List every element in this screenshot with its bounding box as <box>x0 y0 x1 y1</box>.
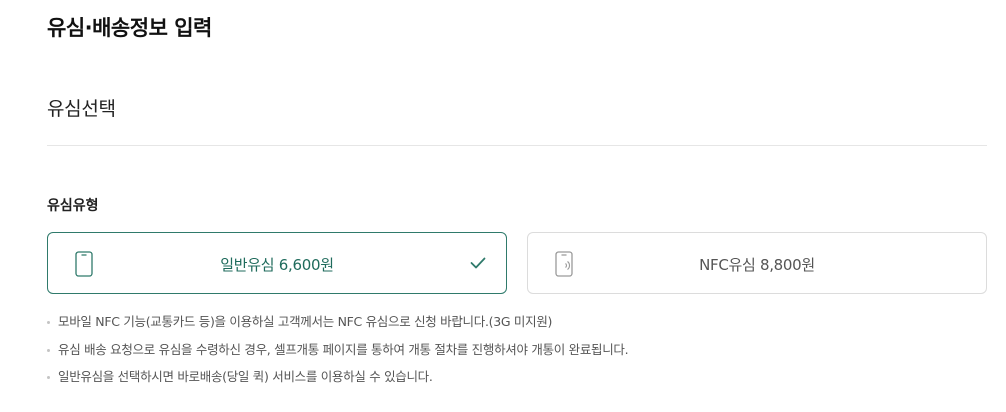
section-divider <box>47 145 987 146</box>
note-text: 모바일 NFC 기능(교통카드 등)을 이용하실 고객께서는 NFC 유심으로 … <box>58 314 553 329</box>
list-item: 모바일 NFC 기능(교통카드 등)을 이용하실 고객께서는 NFC 유심으로 … <box>47 311 628 339</box>
bullet-icon <box>47 376 50 379</box>
section-title-usim-select: 유심선택 <box>47 98 116 120</box>
usim-option-general-label: 일반유심 6,600원 <box>220 256 334 274</box>
usim-type-label: 유심유형 <box>47 198 99 214</box>
bullet-icon <box>47 321 50 324</box>
list-item: 유심 배송 요청으로 유심을 수령하신 경우, 셀프개통 페이지를 통하여 개통… <box>47 339 629 367</box>
note-text: 유심 배송 요청으로 유심을 수령하신 경우, 셀프개통 페이지를 통하여 개통… <box>58 341 629 357</box>
usim-option-general[interactable]: 일반유심 6,600원 <box>47 232 507 294</box>
usim-option-nfc[interactable]: NFC유심 8,800원 <box>527 232 987 294</box>
note-text: 일반유심을 선택하시면 바로배송(당일 퀵) 서비스를 이용하실 수 있습니다. <box>58 369 433 384</box>
check-icon <box>470 255 486 269</box>
bullet-icon <box>47 348 50 352</box>
page-title: 유심·배송정보 입력 <box>47 16 212 40</box>
usim-option-nfc-label: NFC유심 8,800원 <box>699 256 815 274</box>
list-item: 일반유심을 선택하시면 바로배송(당일 퀵) 서비스를 이용하실 수 있습니다. <box>47 366 628 394</box>
usim-notes-list: 모바일 NFC 기능(교통카드 등)을 이용하실 고객께서는 NFC 유심으로 … <box>47 311 629 394</box>
